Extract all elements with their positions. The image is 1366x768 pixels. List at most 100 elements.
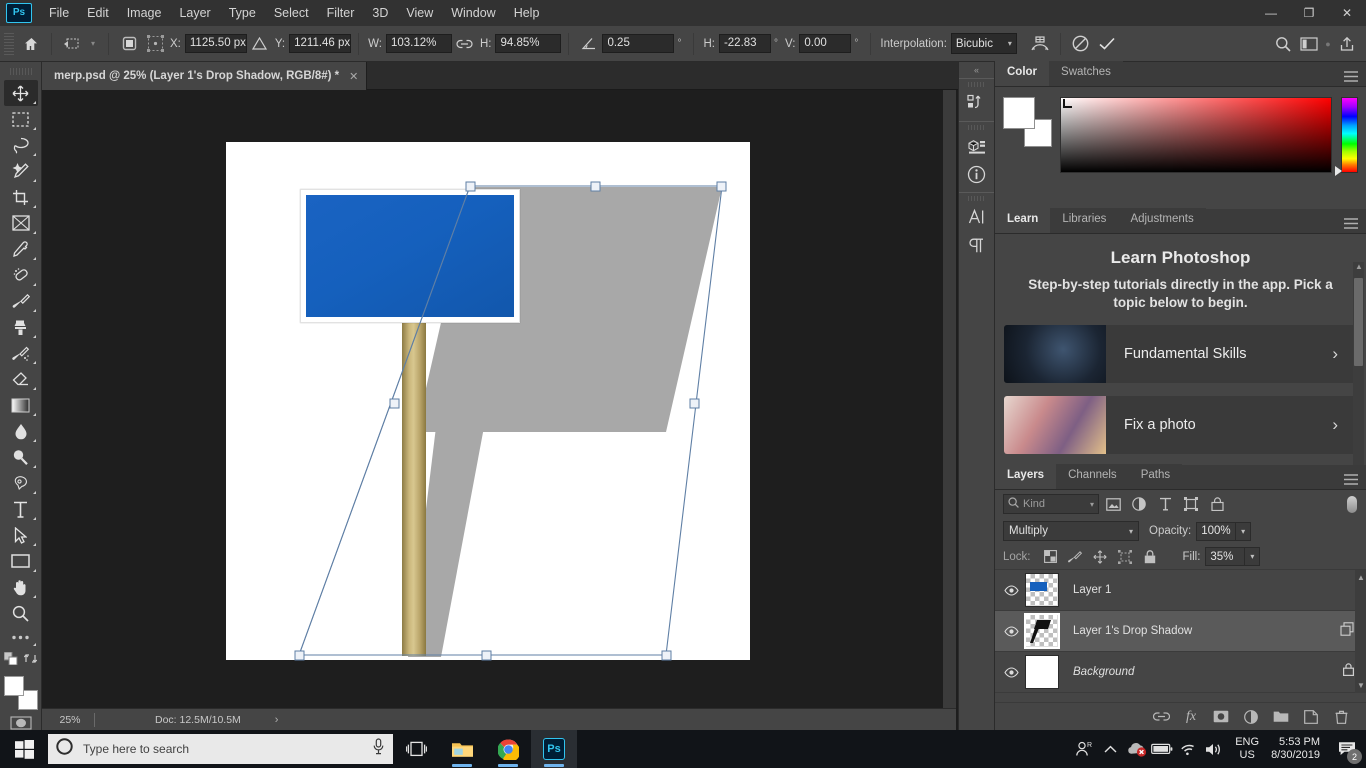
spot-healing-brush-tool[interactable]: [4, 262, 38, 288]
menu-file[interactable]: File: [40, 2, 78, 24]
rotate-input[interactable]: 0.25: [602, 34, 675, 53]
new-group-icon[interactable]: [1266, 705, 1296, 729]
layer-visibility-toggle[interactable]: [999, 584, 1023, 596]
eyedropper-tool[interactable]: [4, 236, 38, 262]
file-explorer-icon[interactable]: [439, 730, 485, 768]
foreground-background-color[interactable]: [3, 676, 38, 710]
lasso-tool[interactable]: [4, 132, 38, 158]
action-center-icon[interactable]: 2: [1330, 730, 1364, 768]
tool-preset-chevron-icon[interactable]: ▾: [85, 32, 101, 56]
color-ramp[interactable]: [1060, 97, 1333, 173]
zoom-tool[interactable]: [4, 600, 38, 626]
menu-edit[interactable]: Edit: [78, 2, 118, 24]
reference-point-icon[interactable]: [142, 32, 168, 56]
lock-position-icon[interactable]: [1090, 547, 1111, 567]
menu-view[interactable]: View: [397, 2, 442, 24]
color-panel-swatches[interactable]: [1003, 97, 1054, 149]
menu-layer[interactable]: Layer: [170, 2, 219, 24]
rectangle-tool[interactable]: [4, 548, 38, 574]
rail-grip[interactable]: [967, 125, 986, 130]
menu-image[interactable]: Image: [118, 2, 171, 24]
zoom-level[interactable]: 25%: [42, 714, 94, 726]
volume-icon[interactable]: [1201, 730, 1227, 768]
lock-image-pixels-icon[interactable]: [1065, 547, 1086, 567]
menu-3d[interactable]: 3D: [363, 2, 397, 24]
google-chrome-icon[interactable]: [485, 730, 531, 768]
auto-select-checkbox[interactable]: [116, 32, 142, 56]
workspace-switcher-icon[interactable]: [1296, 32, 1322, 56]
menu-help[interactable]: Help: [505, 2, 549, 24]
y-input[interactable]: 1211.46 px: [289, 34, 352, 53]
canvas-area[interactable]: [42, 90, 956, 708]
scroll-down-arrow-icon[interactable]: ▼: [1357, 681, 1365, 690]
layer-visibility-toggle[interactable]: [999, 666, 1023, 678]
photoshop-icon[interactable]: Ps: [531, 730, 577, 768]
default-colors-icon[interactable]: [3, 651, 18, 670]
foreground-color-swatch[interactable]: [1003, 97, 1035, 129]
opacity-chevron-icon[interactable]: ▾: [1236, 521, 1252, 541]
rectangular-marquee-tool[interactable]: [4, 106, 38, 132]
battery-icon[interactable]: [1149, 730, 1175, 768]
panel-menu-icon[interactable]: [1344, 472, 1358, 490]
collapse-panels-icon[interactable]: «: [959, 62, 994, 78]
restore-icon[interactable]: ❐: [1290, 0, 1328, 26]
add-layer-mask-icon[interactable]: [1206, 705, 1236, 729]
new-layer-icon[interactable]: [1296, 705, 1326, 729]
new-adjustment-layer-icon[interactable]: [1236, 705, 1266, 729]
warp-mode-icon[interactable]: [1027, 32, 1053, 56]
tab-swatches[interactable]: Swatches: [1049, 61, 1123, 86]
document-tab[interactable]: merp.psd @ 25% (Layer 1's Drop Shadow, R…: [42, 62, 368, 90]
skew-v-input[interactable]: 0.00: [799, 34, 852, 53]
learn-panel-scrollbar[interactable]: ▲ ▼: [1353, 262, 1364, 472]
table-row[interactable]: Layer 1: [995, 570, 1366, 611]
people-icon[interactable]: R: [1071, 730, 1097, 768]
horizontal-type-tool[interactable]: [4, 496, 38, 522]
blend-mode-select[interactable]: Multiply ▾: [1003, 521, 1139, 541]
table-row[interactable]: Layer 1's Drop Shadow: [995, 611, 1366, 652]
clone-stamp-tool[interactable]: [4, 314, 38, 340]
layer-name[interactable]: Background: [1073, 666, 1134, 678]
x-input[interactable]: 1125.50 px: [184, 34, 247, 53]
scrollbar-thumb[interactable]: [1354, 278, 1363, 366]
rail-grip[interactable]: [967, 196, 986, 201]
tab-layers[interactable]: Layers: [995, 464, 1057, 489]
info-panel-icon[interactable]: [962, 160, 992, 188]
panel-menu-icon[interactable]: [1344, 216, 1358, 234]
layer-locked-badge-icon[interactable]: [1343, 663, 1355, 681]
move-tool-preset-icon[interactable]: [59, 32, 85, 56]
tab-adjustments[interactable]: Adjustments: [1118, 208, 1206, 233]
scroll-up-arrow-icon[interactable]: ▲: [1357, 573, 1365, 582]
wifi-icon[interactable]: [1175, 730, 1201, 768]
opacity-input[interactable]: 100%: [1196, 521, 1237, 541]
lock-artboard-nesting-icon[interactable]: [1115, 547, 1136, 567]
hue-slider[interactable]: [1335, 97, 1358, 176]
scroll-up-arrow-icon[interactable]: ▲: [1355, 262, 1363, 271]
pen-tool[interactable]: [4, 470, 38, 496]
3d-panel-icon[interactable]: [962, 132, 992, 160]
filter-adjustment-icon[interactable]: [1127, 493, 1151, 515]
skew-h-input[interactable]: -22.83: [718, 34, 771, 53]
filter-pixel-icon[interactable]: [1101, 493, 1125, 515]
onedrive-error-icon[interactable]: [1123, 730, 1149, 768]
tab-paths[interactable]: Paths: [1128, 464, 1183, 489]
dodge-tool[interactable]: [4, 444, 38, 470]
lock-all-icon[interactable]: [1140, 547, 1161, 567]
menu-filter[interactable]: Filter: [318, 2, 364, 24]
toolbar-grip[interactable]: [9, 68, 32, 75]
learn-card-fix-a-photo[interactable]: Fix a photo ›: [1004, 396, 1356, 455]
layer-thumbnail[interactable]: [1025, 573, 1059, 607]
layer-linked-badge-icon[interactable]: [1340, 621, 1354, 641]
free-transform-overlay[interactable]: [226, 142, 750, 661]
rotate-angle-icon[interactable]: [576, 32, 602, 56]
object-selection-tool[interactable]: [4, 158, 38, 184]
search-icon[interactable]: [1270, 32, 1296, 56]
close-icon[interactable]: ✕: [1328, 0, 1366, 26]
close-tab-icon[interactable]: ✕: [349, 70, 358, 83]
learn-card-fundamental-skills[interactable]: Fundamental Skills ›: [1004, 325, 1356, 384]
layer-list-scrollbar[interactable]: ▲ ▼: [1355, 570, 1366, 693]
blur-tool[interactable]: [4, 418, 38, 444]
fill-chevron-icon[interactable]: ▾: [1245, 547, 1261, 566]
layer-visibility-toggle[interactable]: [999, 625, 1023, 637]
menu-type[interactable]: Type: [220, 2, 265, 24]
menu-window[interactable]: Window: [442, 2, 504, 24]
